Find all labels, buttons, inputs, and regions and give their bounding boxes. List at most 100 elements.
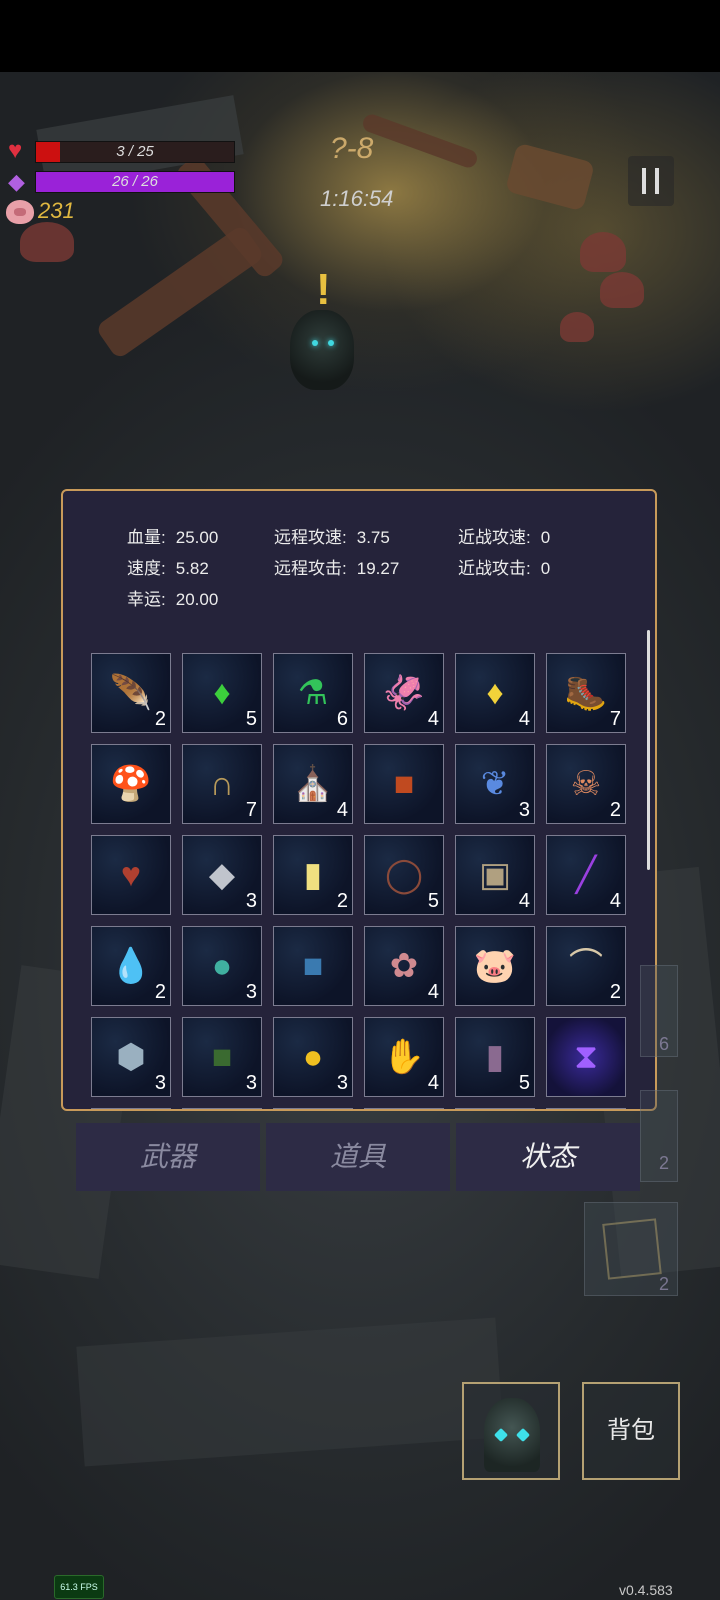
inventory-slot[interactable] [273,1108,353,1109]
stat-value: 3.75 [356,528,390,547]
inventory-slot[interactable]: ╱ 4 [546,835,626,915]
stat-value: 25.00 [175,528,219,547]
inventory-slot[interactable] [364,1108,444,1109]
stat-label: 幸运: [127,590,166,609]
inventory-slot[interactable]: ∩ 7 [182,744,262,824]
version-label: v0.4.583 [619,1582,673,1598]
inventory-slot[interactable]: ■ [273,926,353,1006]
stat-melee-speed: 近战攻速: 0 [458,523,550,548]
inventory-slot[interactable] [546,1108,626,1109]
pause-icon-bar [655,168,659,194]
inventory-slot[interactable]: ⌒ 2 [546,926,626,1006]
skull-book-icon: ■ [211,1038,233,1076]
item-count: 6 [336,708,348,730]
item-count: 2 [609,981,621,1003]
inventory-slot[interactable]: ⧗ [546,1017,626,1097]
inventory-slot[interactable]: ■ 3 [182,1017,262,1097]
inventory-slot[interactable]: ✿ 4 [364,926,444,1006]
stat-label: 近战攻速: [458,528,531,547]
stat-value: 20.00 [175,590,219,609]
backpack-button[interactable]: 背包 [582,1382,680,1480]
inventory-slot[interactable]: ✋ 4 [364,1017,444,1097]
piggy-bank-icon [6,200,34,224]
inventory-slot[interactable]: ■ [364,744,444,824]
stat-hp: 血量: 25.00 [127,523,218,548]
inventory-slot[interactable]: ▮ 5 [455,1017,535,1097]
item-count: 5 [518,1072,530,1094]
item-count: 3 [245,981,257,1003]
item-count: 5 [245,708,257,730]
side-slot-count: 6 [659,1034,670,1054]
dragonfly-icon: ❦ [480,765,510,803]
hourglass-rune-icon: ⧗ [574,1038,598,1076]
inventory-slot[interactable]: ⚗ 6 [273,653,353,733]
tab-weapons[interactable]: 武器 [76,1123,260,1191]
wave-label: ?-8 [330,132,374,165]
inventory-slot[interactable]: ♦ 4 [455,653,535,733]
inventory-slot[interactable]: ❦ 3 [455,744,535,824]
inventory-slot[interactable] [182,1108,262,1109]
inventory-slot[interactable]: ⛪ 4 [273,744,353,824]
inventory-slot[interactable]: ◆ 3 [182,835,262,915]
blue-tome-icon: ■ [302,947,324,985]
pause-button[interactable] [628,156,674,206]
item-count: 3 [154,1072,166,1094]
inventory-slot[interactable]: ▮ 2 [273,835,353,915]
stat-label: 远程攻速: [274,528,347,547]
stat-value: 0 [540,528,551,547]
inventory-slot[interactable] [91,1108,171,1109]
inventory-slot[interactable]: 💧 2 [91,926,171,1006]
stat-luck: 幸运: 20.00 [127,585,218,610]
horseshoe-icon: ∩ [209,765,235,803]
tab-status[interactable]: 状态 [456,1123,640,1191]
yellow-crystal-icon: ♦ [486,674,504,712]
item-count: 7 [609,708,621,730]
scrollbar[interactable] [647,630,650,870]
item-count: 3 [245,890,257,912]
inventory-slot[interactable]: ♦ 5 [182,653,262,733]
stat-melee-attack: 近战攻击: 0 [458,554,550,579]
item-count: 2 [609,799,621,821]
yellow-card-icon: ▮ [303,856,323,894]
inventory-slot[interactable]: ☠ 2 [546,744,626,824]
character-eye [493,1427,509,1443]
inventory-slot[interactable]: ● 3 [182,926,262,1006]
item-count: 3 [245,1072,257,1094]
item-count: 3 [336,1072,348,1094]
stat-value: 19.27 [356,559,400,578]
item-count: 4 [518,708,530,730]
green-crystal-icon: ♦ [213,674,231,712]
mp-bar: 26 / 26 [35,171,235,193]
stat-label: 速度: [127,559,166,578]
tab-bar: 武器 道具 状态 [76,1123,642,1191]
tab-items[interactable]: 道具 [266,1123,450,1191]
inventory-slot[interactable]: 🦑 4 [364,653,444,733]
mystery-box-count: 2 [659,1274,670,1294]
inventory-slot[interactable]: ● 3 [273,1017,353,1097]
hooded-character-icon [484,1398,540,1472]
inventory-slot[interactable]: 🍄 [91,744,171,824]
inventory-slot[interactable]: ◯ 5 [364,835,444,915]
player-eye [328,340,334,346]
green-potion-icon: ⚗ [297,674,329,712]
item-count: 4 [427,708,439,730]
inventory-slot[interactable]: ♥ [91,835,171,915]
demon-book-icon: ■ [393,765,415,803]
item-count: 7 [245,799,257,821]
stat-label: 血量: [127,528,166,547]
status-bar [0,0,720,72]
character-portrait-button[interactable] [462,1382,560,1480]
stat-ranged-speed: 远程攻速: 3.75 [274,523,390,548]
inventory-slot[interactable]: ⬢ 3 [91,1017,171,1097]
inventory-slot[interactable] [455,1108,535,1109]
piggy-bank-icon: 🐷 [473,947,517,985]
inventory-slot[interactable]: ▣ 4 [455,835,535,915]
stat-speed: 速度: 5.82 [127,554,209,579]
item-count: 4 [427,981,439,1003]
gloves-icon: ✋ [382,1038,426,1076]
inventory-slot[interactable]: 🪶 2 [91,653,171,733]
purple-boots-icon: ▮ [485,1038,505,1076]
fps-counter: 61.3 FPS [54,1575,104,1599]
inventory-slot[interactable]: 🥾 7 [546,653,626,733]
inventory-slot[interactable]: 🐷 [455,926,535,1006]
